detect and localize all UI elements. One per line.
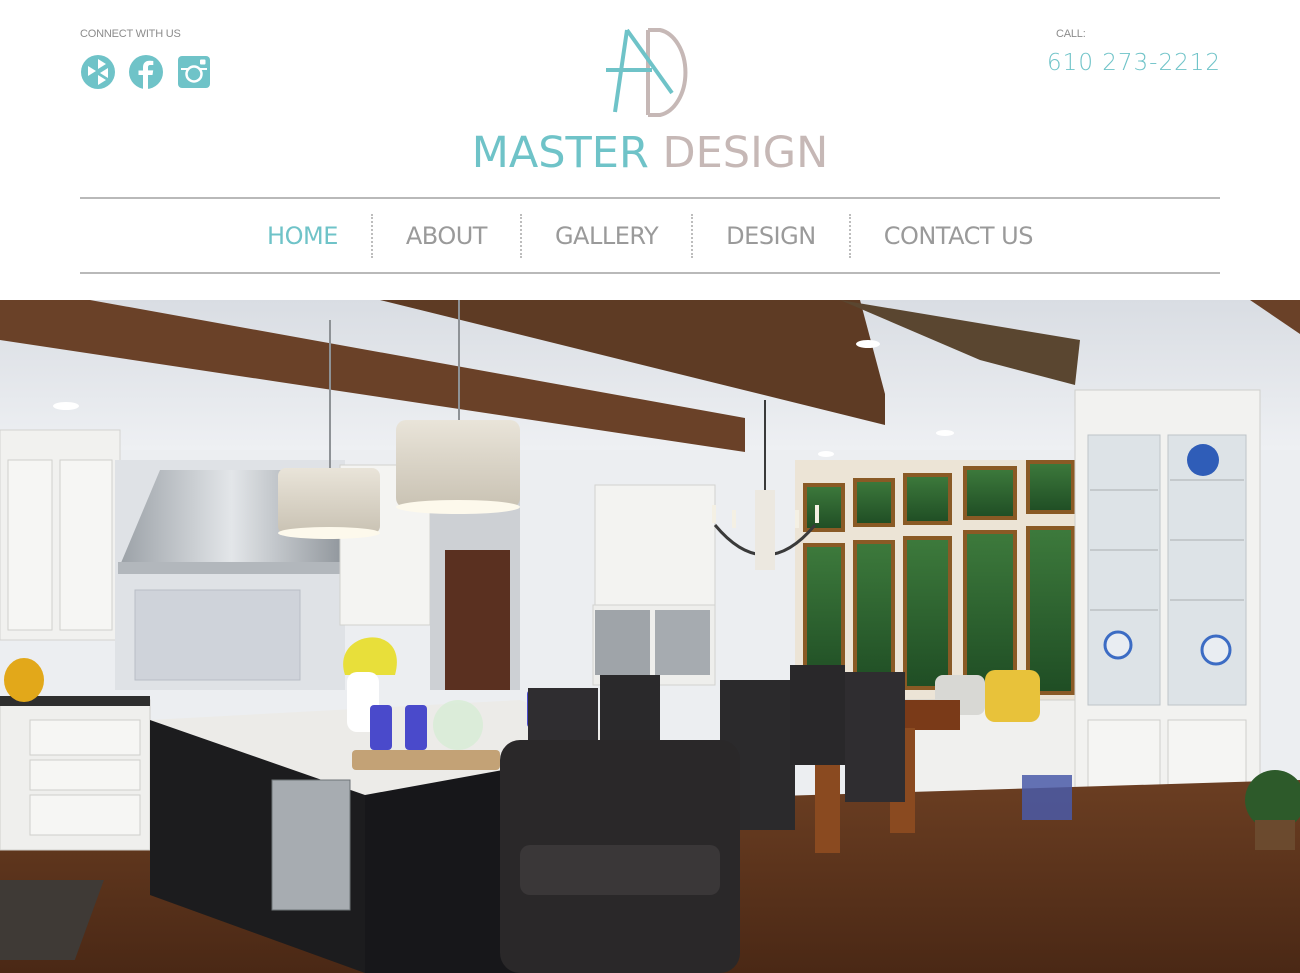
houzz-icon xyxy=(81,55,115,89)
nav-bottom-rule xyxy=(80,272,1220,274)
logo-word-design: DESIGN xyxy=(662,128,829,178)
nav-about[interactable]: ABOUT xyxy=(373,216,520,256)
houzz-link[interactable] xyxy=(80,54,116,90)
monogram-icon xyxy=(606,28,688,117)
nav-home[interactable]: HOME xyxy=(234,216,371,256)
site-logo[interactable]: MASTER DESIGN xyxy=(450,24,850,179)
facebook-icon xyxy=(129,55,163,90)
page: CONNECT WITH US MASTER DESIGN CALL: 610 … xyxy=(0,0,1300,973)
connect-label: CONNECT WITH US xyxy=(80,28,181,40)
facebook-link[interactable] xyxy=(128,54,164,90)
instagram-link[interactable] xyxy=(176,54,212,90)
nav-contact-us[interactable]: CONTACT US xyxy=(851,216,1066,256)
instagram-icon xyxy=(178,56,210,88)
nav-gallery[interactable]: GALLERY xyxy=(522,216,691,256)
call-label: CALL: xyxy=(1056,28,1086,40)
hero-kitchen-photo xyxy=(0,300,1300,973)
main-nav: HOME ABOUT GALLERY DESIGN CONTACT US xyxy=(80,199,1220,272)
connect-section: CONNECT WITH US xyxy=(80,28,212,90)
nav-design[interactable]: DESIGN xyxy=(693,216,849,256)
social-links xyxy=(80,54,212,90)
call-section: CALL: 610 273-2212 xyxy=(1047,28,1221,76)
logo-word-master: MASTER xyxy=(471,128,649,178)
phone-link[interactable]: 610 273-2212 xyxy=(1047,50,1221,76)
logo-wordmark: MASTER DESIGN xyxy=(450,128,850,178)
